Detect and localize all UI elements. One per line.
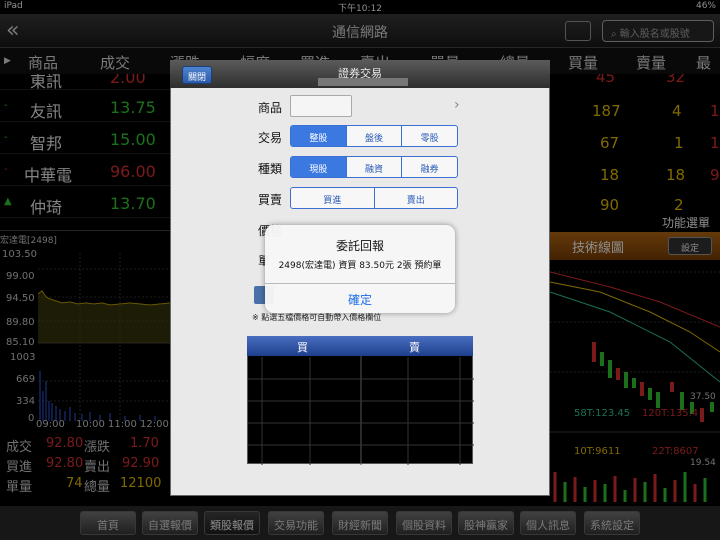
category-option-margin[interactable]: 融資 bbox=[347, 157, 403, 177]
account-masked bbox=[318, 78, 408, 86]
confirm-button[interactable]: 確定 bbox=[265, 283, 455, 313]
product-label: 商品 bbox=[258, 101, 283, 115]
price-hint: ※ 點選五檔價格可自動帶入價格欄位 bbox=[252, 313, 382, 322]
order-report-alert: 委託回報 2498(宏達電) 資買 83.50元 2張 預約單 確定 bbox=[265, 225, 455, 313]
trade-option-board[interactable]: 整股 bbox=[291, 126, 347, 146]
side-label: 買賣 bbox=[258, 193, 283, 207]
trade-type-label: 交易 bbox=[258, 131, 283, 145]
alert-message: 2498(宏達電) 資買 83.50元 2張 預約單 bbox=[278, 261, 442, 271]
trade-type-segment[interactable]: 整股 盤後 零股 bbox=[290, 125, 458, 147]
side-option-sell[interactable]: 賣出 bbox=[375, 188, 458, 208]
trade-option-after-hours[interactable]: 盤後 bbox=[347, 126, 403, 146]
side-option-buy[interactable]: 買進 bbox=[291, 188, 375, 208]
book-sell-header: 賣 bbox=[409, 341, 420, 354]
side-segment[interactable]: 買進 賣出 bbox=[290, 187, 458, 209]
alert-title: 委託回報 bbox=[335, 239, 384, 253]
category-option-cash[interactable]: 現股 bbox=[291, 157, 347, 177]
trade-form-header: 關閉 證券交易 bbox=[170, 60, 550, 88]
category-segment[interactable]: 現股 融資 融券 bbox=[290, 156, 458, 178]
book-buy-header: 買 bbox=[297, 341, 308, 354]
category-label: 種類 bbox=[258, 162, 283, 176]
order-book-grid bbox=[248, 337, 474, 465]
trade-option-odd-lot[interactable]: 零股 bbox=[402, 126, 457, 146]
product-input[interactable] bbox=[290, 95, 352, 117]
category-option-short[interactable]: 融券 bbox=[402, 157, 457, 177]
chevron-right-icon[interactable]: › bbox=[454, 97, 460, 113]
order-book-header: 買 賣 bbox=[247, 336, 473, 356]
